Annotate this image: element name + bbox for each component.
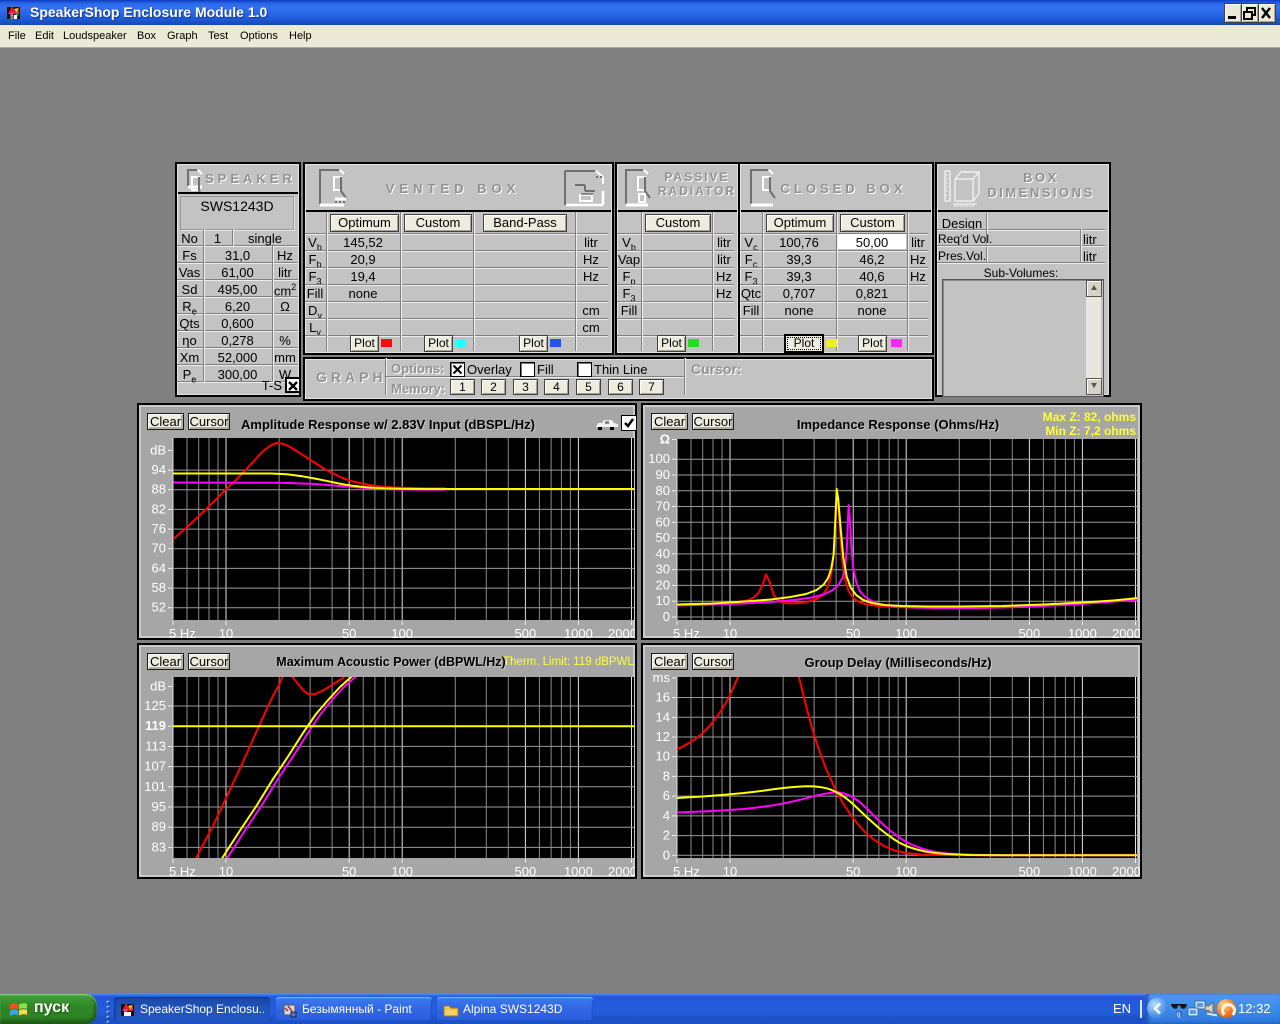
svg-text:2000: 2000 [1112, 864, 1140, 877]
svg-text:dB: dB [150, 442, 166, 457]
svg-text:8: 8 [663, 768, 670, 783]
svg-text:500: 500 [1019, 626, 1041, 638]
svg-text:1000: 1000 [1068, 626, 1097, 638]
svg-text:119: 119 [145, 718, 166, 733]
svg-text:83: 83 [152, 839, 166, 854]
svg-text:70: 70 [152, 541, 166, 556]
svg-text:500: 500 [1019, 864, 1041, 877]
svg-text:80: 80 [656, 483, 670, 498]
svg-text:30: 30 [656, 562, 670, 577]
svg-text:107: 107 [144, 759, 166, 774]
svg-text:6: 6 [663, 788, 670, 803]
svg-text:50: 50 [342, 626, 356, 638]
svg-text:113: 113 [145, 738, 166, 753]
svg-text:10: 10 [656, 749, 670, 764]
svg-text:1000: 1000 [564, 626, 593, 638]
svg-text:5 Hz: 5 Hz [673, 626, 700, 638]
svg-text:50: 50 [846, 864, 860, 877]
svg-text:12: 12 [656, 729, 670, 744]
svg-text:1000: 1000 [564, 864, 593, 877]
svg-text:5 Hz: 5 Hz [169, 864, 196, 877]
svg-text:16: 16 [656, 690, 670, 705]
svg-text:100: 100 [391, 864, 413, 877]
svg-text:0: 0 [663, 847, 670, 862]
svg-text:2000: 2000 [608, 626, 635, 638]
svg-text:58: 58 [152, 580, 166, 595]
svg-text:50: 50 [342, 864, 356, 877]
svg-text:94: 94 [152, 462, 166, 477]
svg-text:70: 70 [656, 499, 670, 514]
svg-text:500: 500 [515, 626, 537, 638]
svg-text:20: 20 [656, 577, 670, 592]
svg-text:2: 2 [663, 828, 670, 843]
svg-text:40: 40 [656, 546, 670, 561]
svg-text:M: M [10, 15, 14, 21]
svg-text:100: 100 [895, 864, 917, 877]
svg-text:64: 64 [152, 560, 166, 575]
svg-text:50: 50 [846, 626, 860, 638]
svg-text:dB: dB [150, 679, 166, 694]
svg-text:10: 10 [219, 864, 233, 877]
svg-text:14: 14 [656, 709, 670, 724]
svg-text:125: 125 [144, 698, 166, 713]
svg-text:52: 52 [152, 600, 166, 615]
svg-text:Ω: Ω [660, 432, 670, 447]
svg-text:95: 95 [152, 799, 166, 814]
svg-text:10: 10 [723, 864, 737, 877]
svg-text:90: 90 [656, 467, 670, 482]
svg-text:q: q [1177, 1012, 1181, 1019]
svg-text:4: 4 [663, 808, 670, 823]
svg-text:89: 89 [152, 819, 166, 834]
svg-text:100: 100 [648, 451, 670, 466]
svg-text:2000: 2000 [608, 864, 635, 877]
svg-text:82: 82 [152, 501, 166, 516]
svg-text:100: 100 [391, 626, 413, 638]
svg-text:76: 76 [152, 521, 166, 536]
svg-text:500: 500 [515, 864, 537, 877]
svg-text:10: 10 [219, 626, 233, 638]
svg-text:60: 60 [656, 514, 670, 529]
svg-text:ms: ms [653, 670, 671, 685]
svg-text:5 Hz: 5 Hz [673, 864, 700, 877]
svg-text:1000: 1000 [1068, 864, 1097, 877]
svg-text:2000: 2000 [1112, 626, 1140, 638]
svg-text:88: 88 [152, 482, 166, 497]
svg-text:100: 100 [895, 626, 917, 638]
svg-text:50: 50 [656, 530, 670, 545]
svg-text:5 Hz: 5 Hz [169, 626, 196, 638]
svg-text:0: 0 [663, 609, 670, 624]
svg-text:10: 10 [656, 593, 670, 608]
svg-text:101: 101 [144, 779, 166, 794]
svg-text:10: 10 [723, 626, 737, 638]
